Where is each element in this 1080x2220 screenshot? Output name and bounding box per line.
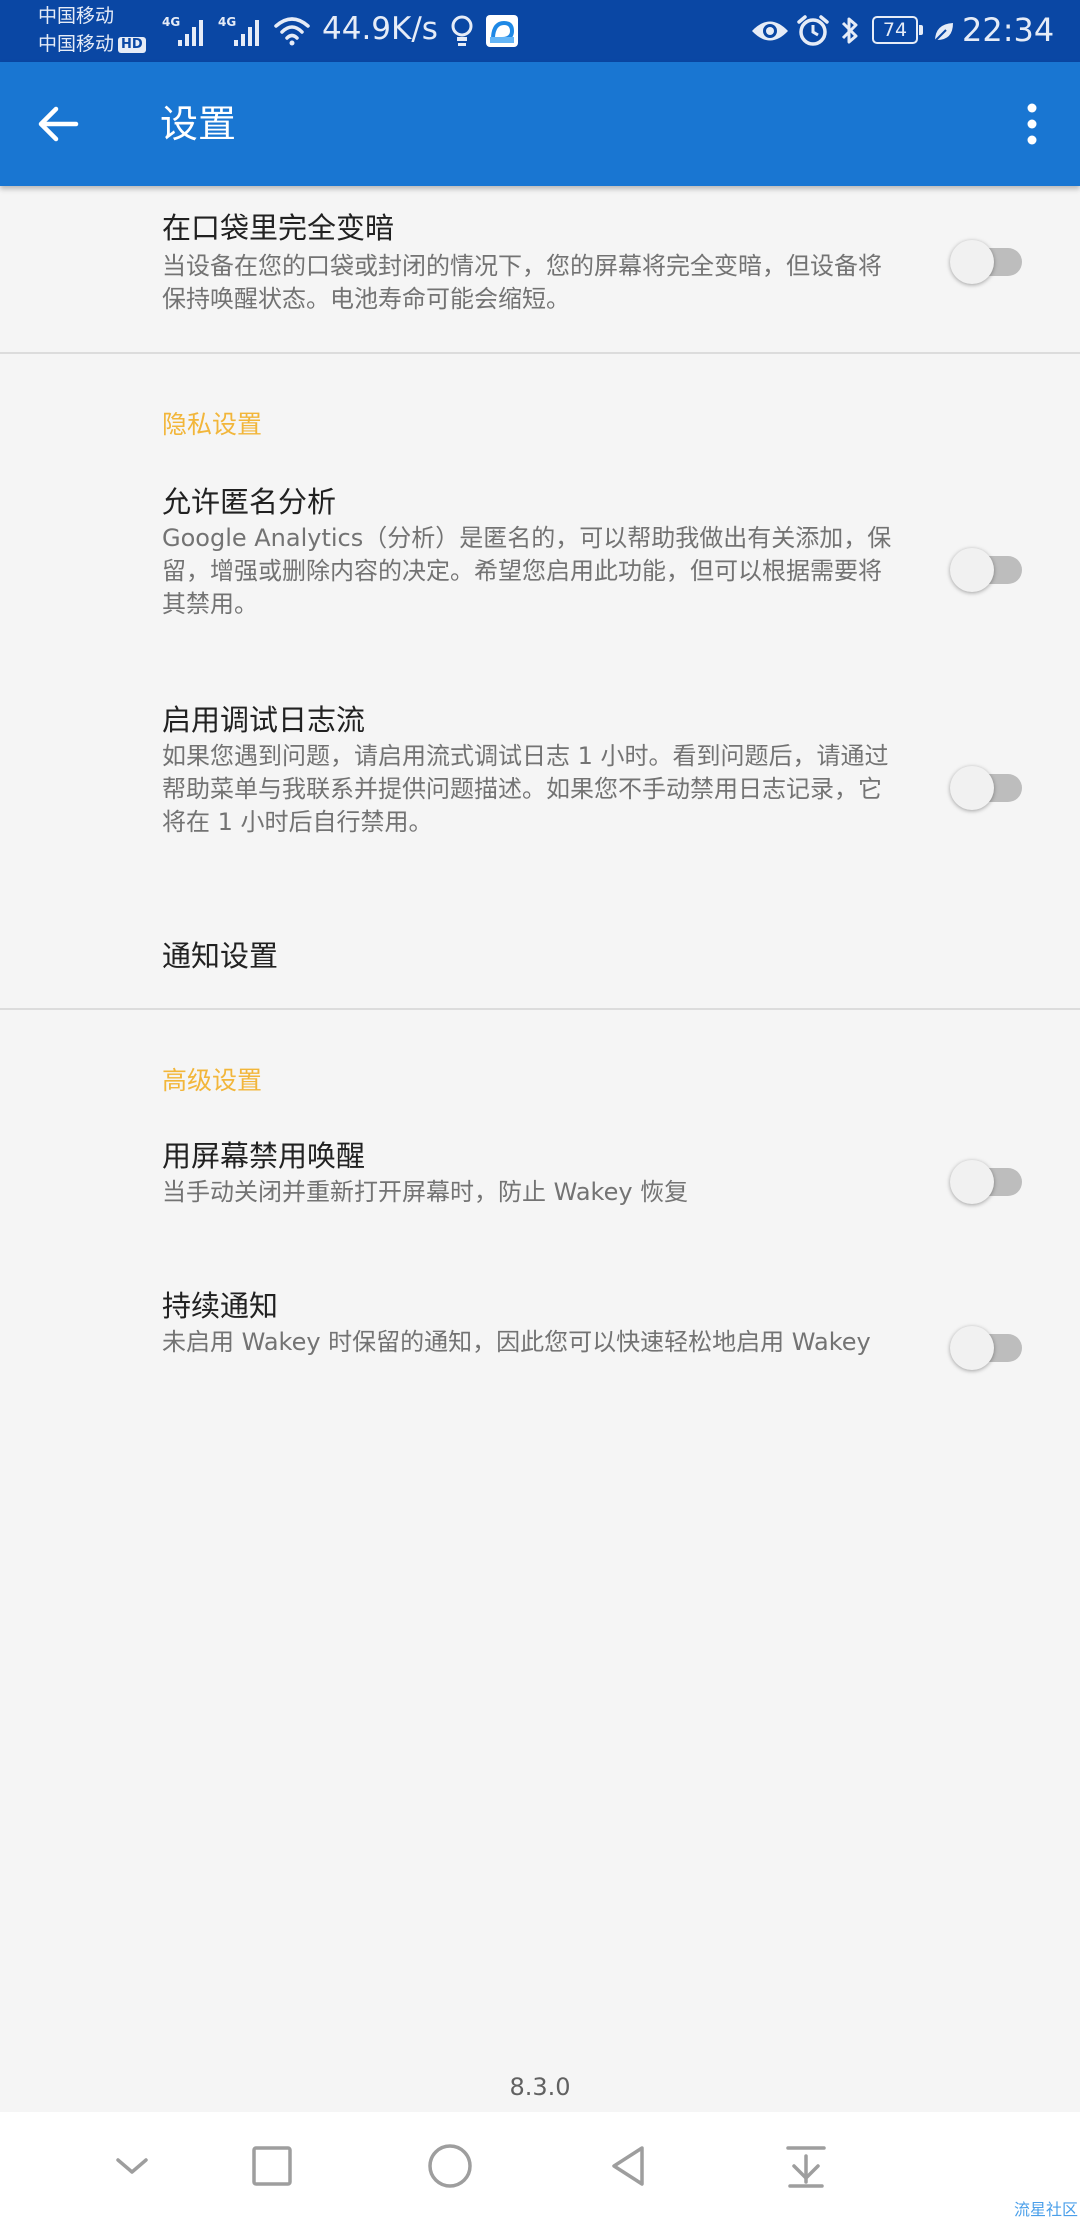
screen-disable-switch[interactable] [950,1160,1026,1204]
app-notification-icon [486,15,518,47]
persistent-notification-switch[interactable] [950,1326,1026,1370]
leaf-icon [934,23,953,42]
alarm-icon [797,15,829,46]
signal-4g-icon: 4G [162,15,203,46]
category-advanced: 高级设置 [162,1066,263,1095]
pref-title: 在口袋里完全变暗 [162,211,395,245]
svg-text:4G: 4G [218,15,236,29]
pref-screen-disable[interactable]: 用屏幕禁用唤醒 当手动关闭并重新打开屏幕时，防止 Wakey 恢复 [0,1136,1080,1266]
carrier-2-label: 中国移动 HD [38,33,146,55]
watermark: 流星社区 [1013,2200,1078,2219]
pref-pocket-dark[interactable]: 在口袋里完全变暗 当设备在您的口袋或封闭的情况下，您的屏幕将完全变暗，但设备将保… [0,186,1080,354]
category-privacy: 隐私设置 [162,410,263,439]
version-label: 8.3.0 [509,2073,571,2101]
network-speed: 44.9K/s [322,11,438,47]
bulb-icon [451,15,473,46]
switch-thumb [950,548,994,592]
page-title: 设置 [160,102,237,146]
pref-summary: 如果您遇到问题，请启用流式调试日志 1 小时。看到问题后，请通过帮助菜单与我联系… [162,742,889,836]
pref-title: 通知设置 [162,939,279,973]
home-circle-icon[interactable] [420,2136,480,2196]
debug-log-switch[interactable] [950,766,1026,810]
hd-badge: HD [118,37,146,53]
pref-title: 启用调试日志流 [162,703,366,737]
more-options-icon[interactable] [1000,92,1064,156]
pref-summary: 未启用 Wakey 时保留的通知，因此您可以快速轻松地启用 Wakey [162,1328,871,1356]
switch-thumb [950,1326,994,1370]
back-triangle-icon[interactable] [598,2136,658,2196]
switch-thumb [950,240,994,284]
carrier-2-name: 中国移动 [38,33,115,55]
recents-square-icon[interactable] [242,2136,302,2196]
divider [0,352,1080,354]
notification-pull-down-icon[interactable] [776,2136,836,2196]
app-bar: 设置 [0,62,1080,186]
pref-title: 用屏幕禁用唤醒 [162,1139,366,1173]
pref-summary: 当设备在您的口袋或封闭的情况下，您的屏幕将完全变暗，但设备将保持唤醒状态。电池寿… [162,252,882,313]
anonymous-analytics-switch[interactable] [950,548,1026,592]
pref-title: 持续通知 [162,1289,279,1323]
switch-thumb [950,766,994,810]
pocket-dark-switch[interactable] [950,240,1026,284]
pref-anonymous-analytics[interactable]: 允许匿名分析 Google Analytics（分析）是匿名的，可以帮助我做出有… [0,482,1080,692]
pref-summary: 当手动关闭并重新打开屏幕时，防止 Wakey 恢复 [162,1178,689,1206]
pref-notification-settings[interactable]: 通知设置 [0,922,1080,1002]
chevron-down-icon[interactable] [102,2136,162,2196]
status-bar: 中国移动 中国移动 HD 4G 4G 44.9K/s 74 22:34 [0,0,1080,62]
eye-icon [752,21,788,41]
clock: 22:34 [962,11,1055,49]
navigation-bar: 流星社区 [0,2112,1080,2220]
wifi-icon [274,17,310,46]
svg-text:4G: 4G [162,15,180,29]
battery-icon: 74 [872,16,923,44]
settings-list: 在口袋里完全变暗 当设备在您的口袋或封闭的情况下，您的屏幕将完全变暗，但设备将保… [0,186,1080,2112]
signal-4g-icon: 4G [218,15,259,46]
pref-persistent-notification[interactable]: 持续通知 未启用 Wakey 时保留的通知，因此您可以快速轻松地启用 Wakey [0,1286,1080,1436]
carrier-1-label: 中国移动 [38,5,115,27]
back-arrow-icon[interactable] [26,92,90,156]
switch-thumb [950,1160,994,1204]
bluetooth-icon [841,17,858,44]
pref-title: 允许匿名分析 [162,485,337,519]
pref-debug-log[interactable]: 启用调试日志流 如果您遇到问题，请启用流式调试日志 1 小时。看到问题后，请通过… [0,700,1080,910]
pref-summary: Google Analytics（分析）是匿名的，可以帮助我做出有关添加，保留，… [162,524,892,618]
divider [0,1008,1080,1010]
